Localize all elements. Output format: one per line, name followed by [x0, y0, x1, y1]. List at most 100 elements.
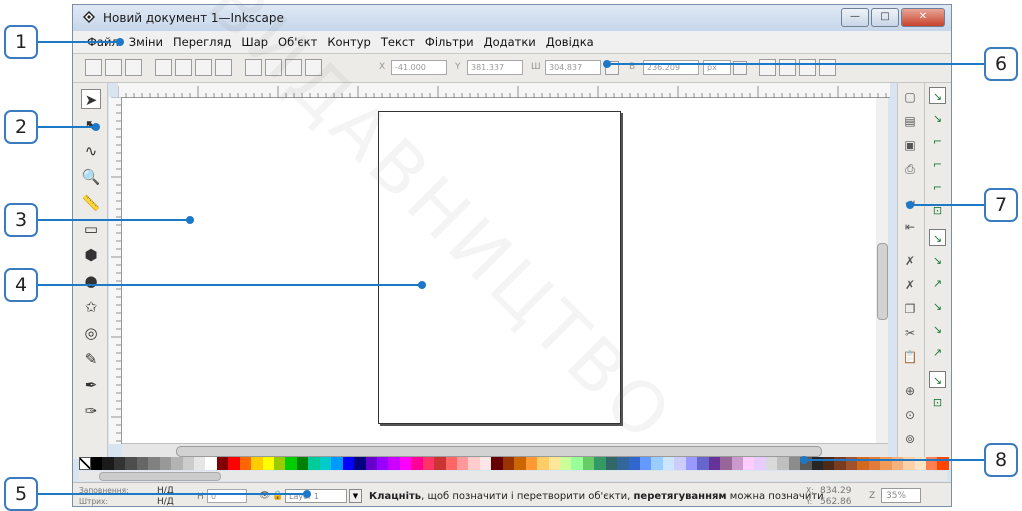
color-swatch[interactable]	[731, 457, 743, 470]
pencil-tool-icon[interactable]: ✎	[81, 349, 101, 369]
stroke-value[interactable]: Н/Д	[157, 497, 174, 506]
snap-path-icon[interactable]: ↘	[929, 252, 946, 269]
palette-scroll-thumb[interactable]	[99, 472, 221, 481]
3d-box-tool-icon[interactable]: ⬢	[81, 245, 101, 265]
color-swatch[interactable]	[205, 457, 217, 470]
horizontal-scrollbar[interactable]	[122, 443, 888, 458]
copy-icon[interactable]: ❐	[902, 301, 918, 317]
color-swatch[interactable]	[365, 457, 377, 470]
color-swatch[interactable]	[502, 457, 515, 470]
color-swatch[interactable]	[251, 457, 263, 470]
move-patterns-icon[interactable]	[819, 59, 836, 76]
open-document-icon[interactable]: ▤	[902, 113, 918, 129]
select-all-icon[interactable]	[85, 59, 102, 76]
color-swatch[interactable]	[239, 457, 252, 470]
y-field[interactable]: 381.337	[467, 60, 523, 75]
color-swatch[interactable]	[296, 457, 309, 470]
maximize-button[interactable]: □	[871, 8, 899, 27]
move-gradients-icon[interactable]	[799, 59, 816, 76]
color-swatch[interactable]	[216, 457, 229, 470]
document-page[interactable]	[378, 111, 621, 424]
zoom-selection-icon[interactable]: ⊕	[902, 383, 918, 399]
export-icon[interactable]: ⇤	[902, 219, 918, 235]
color-swatch[interactable]	[468, 457, 480, 470]
color-swatch[interactable]	[399, 457, 412, 470]
color-swatch[interactable]	[422, 457, 435, 470]
snap-bbox-edge-icon[interactable]: ⌐	[929, 133, 946, 150]
color-swatch[interactable]	[754, 457, 766, 470]
horizontal-ruler[interactable]	[117, 83, 890, 98]
color-swatch[interactable]	[594, 457, 606, 470]
color-swatch[interactable]	[479, 457, 492, 470]
save-document-icon[interactable]: ▣	[902, 137, 918, 153]
title-bar[interactable]: Новий документ 1—Inkscape — □ ✕	[73, 5, 951, 31]
snap-nodes-icon[interactable]: ↘	[929, 229, 946, 246]
snap-smooth-icon[interactable]: ↘	[929, 321, 946, 338]
flip-horizontal-icon[interactable]	[195, 59, 212, 76]
close-button[interactable]: ✕	[901, 8, 945, 27]
undo-icon[interactable]: ✗	[902, 253, 918, 269]
scale-stroke-icon[interactable]	[759, 59, 776, 76]
color-swatch[interactable]	[777, 457, 789, 470]
rectangle-tool-icon[interactable]: ▭	[81, 219, 101, 239]
palette-scrollbar[interactable]	[79, 471, 947, 481]
ellipse-tool-icon[interactable]: ●	[81, 271, 101, 291]
color-swatch[interactable]	[571, 457, 583, 470]
color-swatch[interactable]	[765, 457, 778, 470]
w-field[interactable]: 304.837	[545, 60, 601, 75]
raise-to-top-icon[interactable]	[245, 59, 262, 76]
color-swatch[interactable]	[159, 457, 172, 470]
spiral-tool-icon[interactable]: ◎	[81, 323, 101, 343]
color-swatch[interactable]	[342, 457, 355, 470]
snap-bbox-corner-icon[interactable]: ⌐	[929, 156, 946, 173]
vertical-scrollbar[interactable]	[876, 98, 888, 443]
color-swatch[interactable]	[193, 457, 206, 470]
snap-bbox-midpoint-icon[interactable]: ⌐	[929, 179, 946, 196]
star-tool-icon[interactable]: ✩	[81, 297, 101, 317]
color-swatch[interactable]	[605, 457, 618, 470]
color-swatch[interactable]	[274, 457, 286, 470]
menu-path[interactable]: Контур	[327, 35, 371, 49]
color-swatch[interactable]	[548, 457, 560, 470]
zoom-tool-icon[interactable]: 🔍	[81, 167, 101, 187]
menu-text[interactable]: Текст	[381, 35, 415, 49]
color-swatch[interactable]	[628, 457, 640, 470]
menu-view[interactable]: Перегляд	[173, 35, 231, 49]
opacity-field[interactable]: 0	[207, 489, 247, 503]
snap-bbox-icon[interactable]: ↘	[929, 110, 946, 127]
color-swatch[interactable]	[537, 457, 549, 470]
menu-filters[interactable]: Фільтри	[425, 35, 474, 49]
layer-selector[interactable]: Layer 1	[285, 489, 347, 503]
snap-toggle-icon[interactable]: ↘	[929, 87, 946, 104]
color-swatch[interactable]	[262, 457, 274, 470]
zoom-field[interactable]: 35%	[881, 488, 921, 503]
snap-intersection-icon[interactable]: ↗	[929, 275, 946, 292]
selector-tool-icon[interactable]: ➤	[81, 89, 101, 109]
color-swatch[interactable]	[148, 457, 160, 470]
flip-vertical-icon[interactable]	[215, 59, 232, 76]
print-icon[interactable]: ⎙	[902, 161, 918, 177]
cut-icon[interactable]: ✂	[902, 325, 918, 341]
snap-center-icon[interactable]: ⊡	[929, 394, 946, 411]
color-swatch[interactable]	[125, 457, 137, 470]
color-swatch[interactable]	[582, 457, 595, 470]
zoom-page-icon[interactable]: ⊚	[902, 431, 918, 447]
lower-to-bottom-icon[interactable]	[305, 59, 322, 76]
color-swatch[interactable]	[662, 457, 675, 470]
snap-cusp-icon[interactable]: ↘	[929, 298, 946, 315]
tweak-tool-icon[interactable]: ∿	[81, 141, 101, 161]
color-swatch[interactable]	[102, 457, 114, 470]
color-swatch[interactable]	[91, 457, 103, 470]
color-swatch[interactable]	[708, 457, 721, 470]
color-swatch[interactable]	[559, 457, 572, 470]
layer-dropdown-icon[interactable]: ▼	[349, 489, 362, 503]
color-swatch[interactable]	[182, 457, 194, 470]
horizontal-scroll-thumb[interactable]	[176, 446, 822, 457]
color-swatch[interactable]	[113, 457, 126, 470]
color-swatch[interactable]	[491, 457, 503, 470]
menu-object[interactable]: Об'єкт	[278, 35, 317, 49]
color-swatch[interactable]	[228, 457, 240, 470]
color-swatch[interactable]	[788, 457, 801, 470]
redo-icon[interactable]: ✗	[902, 277, 918, 293]
color-swatch[interactable]	[411, 457, 423, 470]
